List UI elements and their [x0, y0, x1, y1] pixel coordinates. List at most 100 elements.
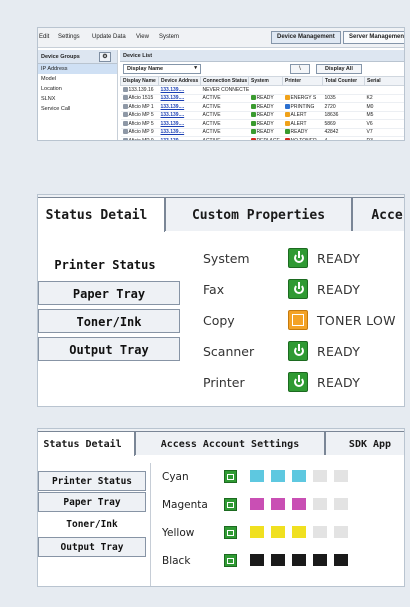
group-item-location[interactable]: Location — [38, 84, 117, 94]
tab-sdk-app[interactable]: SDK App — [325, 431, 404, 455]
cell-counter — [322, 85, 365, 95]
toner-row: Yellow — [162, 525, 404, 545]
group-item-slnx[interactable]: SLNX — [38, 94, 117, 104]
cell-address-text[interactable]: 133.139.... — [161, 138, 185, 140]
cell-counter: 2720 — [322, 102, 365, 112]
status-row-label: Fax — [203, 282, 225, 297]
cell-serial: D3 — [364, 136, 404, 141]
tab-access-account-settings[interactable]: Access Account Settings — [135, 431, 325, 455]
category-toner-ink[interactable]: Toner/Ink — [38, 309, 180, 333]
cell-connection: ACTIVE — [200, 94, 249, 103]
tab-status-detail[interactable]: Status Detail — [38, 197, 165, 232]
group-settings-icon[interactable]: ⚙ — [99, 52, 111, 62]
status-row: System READY — [203, 247, 404, 271]
device-groups-pane: Device Groups ⚙ IP Address Model Locatio… — [38, 50, 118, 140]
cell-address: 133.139.... — [158, 94, 201, 103]
toner-level-segment — [292, 554, 306, 566]
cell-printer — [282, 85, 323, 95]
divider — [150, 463, 151, 586]
display-name-select[interactable]: Display Name ▾ — [123, 64, 201, 74]
cell-address-text[interactable]: 133.139.... — [161, 112, 185, 118]
cell-system-text: READY — [256, 103, 274, 110]
printer-icon — [122, 120, 128, 126]
printer-status-icon — [284, 120, 290, 126]
group-item-service-call[interactable]: Service Call — [38, 104, 117, 114]
table-row[interactable]: Aficio MP 9 133.139.... ACTIVE REPLACE NO TO… — [120, 136, 404, 141]
cell-address-text[interactable]: 133.139.... — [161, 95, 185, 101]
column-header[interactable]: Printer — [282, 76, 323, 86]
category-printer-status[interactable]: Printer Status — [42, 253, 168, 277]
cell-name: Aficio MP 5 — [120, 119, 159, 129]
table-row[interactable]: Aficio MP 5 133.139.... ACTIVE READY ALERT 58… — [120, 119, 404, 129]
display-all-button[interactable]: Display All — [316, 64, 362, 74]
cell-serial-text: M5 — [366, 112, 374, 119]
category-output-tray[interactable]: Output Tray — [38, 537, 146, 557]
status-row: Copy TONER LOW — [203, 309, 404, 333]
menu-update-data[interactable]: Update Data — [92, 34, 126, 40]
toner-row: Cyan — [162, 469, 404, 489]
menu-edit[interactable]: Edit — [39, 34, 49, 40]
category-paper-tray[interactable]: Paper Tray — [38, 492, 146, 512]
menu-settings[interactable]: Settings — [58, 34, 80, 40]
category-toner-ink[interactable]: Toner/Ink — [38, 515, 146, 535]
cell-counter: 42842 — [322, 128, 365, 137]
cell-serial-text: D3 — [366, 137, 373, 141]
cell-counter-text: 2720 — [324, 103, 336, 110]
device-groups-header: Device Groups ⚙ — [38, 50, 117, 64]
cell-counter: 18636 — [322, 111, 365, 120]
tab-device-management[interactable]: Device Management — [271, 31, 341, 44]
column-header[interactable]: System — [248, 76, 283, 86]
cell-address: 133.139.... — [158, 128, 201, 137]
column-header[interactable]: Device Address — [158, 76, 201, 86]
tab-access-account[interactable]: Acce — [352, 197, 404, 231]
printer-icon — [122, 129, 128, 135]
cell-address-text[interactable]: 133.139.... — [161, 129, 185, 135]
category-printer-status[interactable]: Printer Status — [38, 471, 146, 491]
status-row: Fax READY — [203, 278, 404, 302]
status-row-label: Printer — [203, 375, 245, 390]
tab-status-detail[interactable]: Status Detail — [38, 431, 135, 456]
cell-printer-text: ALERT — [290, 112, 307, 119]
table-row[interactable]: Aficio MP 1 133.139.... ACTIVE READY PRINTIN… — [120, 102, 404, 112]
device-list-filters: Display Name ▾ \ Display All — [120, 62, 404, 76]
cell-name: Aficio MP 9 — [120, 136, 159, 140]
cell-address-text[interactable]: 133.139.... — [161, 104, 185, 110]
search-button[interactable]: \ — [290, 64, 310, 74]
cell-address-text[interactable]: 133.139.... — [161, 87, 185, 93]
system-status-icon — [250, 129, 256, 135]
cell-connection-text: ACTIVE — [202, 120, 221, 127]
menu-view[interactable]: View — [136, 34, 149, 40]
system-status-icon — [250, 120, 256, 126]
column-header[interactable]: Total Counter — [322, 76, 365, 86]
column-header[interactable]: Display Name — [120, 76, 159, 86]
tab-server-management[interactable]: Server Management — [343, 31, 404, 44]
toner-level-segment — [334, 470, 348, 482]
table-row[interactable]: Aficio 1515 133.139.... ACTIVE READY ENERGY … — [120, 94, 404, 103]
system-status-icon — [250, 103, 256, 109]
table-row[interactable]: 133.139.16 133.139.... NEVER CONNECTED — [120, 85, 404, 95]
group-item-model[interactable]: Model — [38, 74, 117, 84]
cell-name: Aficio MP 5 — [120, 111, 159, 120]
cell-counter: 1035 — [322, 94, 365, 103]
category-paper-tray[interactable]: Paper Tray — [38, 281, 180, 305]
toner-level-segment — [334, 526, 348, 538]
toner-row: Black — [162, 553, 404, 573]
column-header[interactable]: Connection Status — [200, 76, 249, 86]
toner-warning-icon — [288, 310, 308, 330]
table-row[interactable]: Aficio MP 5 133.139.... ACTIVE READY ALERT 18… — [120, 111, 404, 120]
device-table: Display Name Device Address Connection S… — [120, 76, 404, 141]
group-item-ip-address[interactable]: IP Address — [38, 64, 117, 74]
cell-name-text: Aficio MP 5 — [128, 112, 154, 119]
status-row-label: System — [203, 251, 250, 266]
toner-status-icon — [224, 554, 237, 567]
tab-custom-properties[interactable]: Custom Properties — [165, 197, 352, 231]
system-status-icon — [250, 137, 256, 140]
cell-address-text[interactable]: 133.139.... — [161, 121, 185, 127]
column-header[interactable]: Serial — [364, 76, 404, 86]
status-detail-panel: Status Detail Custom Properties Acce Pri… — [37, 194, 405, 407]
table-row[interactable]: Aficio MP 9 133.139.... ACTIVE READY READY 42… — [120, 128, 404, 137]
cell-connection: ACTIVE — [200, 136, 249, 140]
cell-system: READY — [248, 119, 283, 129]
menu-system[interactable]: System — [159, 34, 179, 40]
category-output-tray[interactable]: Output Tray — [38, 337, 180, 361]
